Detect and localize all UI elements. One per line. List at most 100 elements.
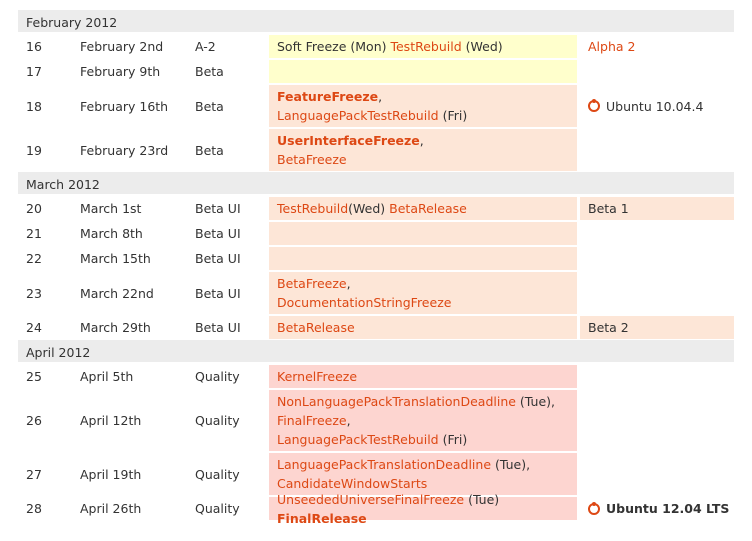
notes-text: NonLanguagePackTranslationDeadline (Tue)…: [277, 392, 555, 449]
release-cell: [580, 128, 734, 172]
link-finalfreeze[interactable]: FinalFreeze: [277, 413, 347, 428]
link-nonlanguagepacktranslationdeadline[interactable]: NonLanguagePackTranslationDeadline: [277, 394, 516, 409]
week-date: April 5th: [80, 369, 134, 384]
notes-text-segment: (Tue),: [491, 457, 531, 472]
notes-text: BetaRelease: [277, 318, 355, 337]
notes-cell: NonLanguagePackTranslationDeadline (Tue)…: [269, 389, 577, 452]
notes-cell: [269, 246, 577, 271]
notes-text: BetaFreeze, DocumentationStringFreeze: [277, 274, 451, 312]
link-testrebuild[interactable]: TestRebuild: [277, 201, 348, 216]
release-cell: Ubuntu 10.04.4: [580, 84, 734, 128]
week-number: 23: [26, 285, 42, 301]
link-userinterfacefreeze[interactable]: UserInterfaceFreeze: [277, 133, 420, 148]
release-cell: [580, 364, 734, 389]
notes-text-segment: (Fri): [438, 108, 468, 123]
notes-text-segment: Soft Freeze (Mon): [277, 39, 391, 54]
week-number: 27: [26, 466, 42, 482]
week-number: 18: [26, 98, 42, 114]
notes-cell: TestRebuild(Wed) BetaRelease: [269, 196, 577, 221]
week-number: 21: [26, 226, 42, 241]
release-cell: Ubuntu 12.04 LTS: [580, 496, 734, 521]
notes-line: DocumentationStringFreeze: [277, 293, 451, 312]
week-date: February 2nd: [80, 39, 164, 54]
notes-text: UnseededUniverseFinalFreeze (Tue) FinalR…: [277, 490, 569, 528]
release-cell: [580, 59, 734, 84]
link-testrebuild[interactable]: TestRebuild: [390, 39, 461, 54]
link-featurefreeze[interactable]: FeatureFreeze: [277, 89, 378, 104]
phase-label: Beta UI: [195, 251, 241, 266]
notes-text: LanguagePackTranslationDeadline (Tue), Ca…: [277, 455, 530, 493]
phase-label: Beta: [195, 142, 224, 158]
link-betafreeze[interactable]: BetaFreeze: [277, 276, 347, 291]
month-header: February 2012: [18, 10, 734, 34]
link-languagepacktestrebuild[interactable]: LanguagePackTestRebuild: [277, 108, 439, 123]
notes-text-segment: (Tue): [464, 491, 500, 507]
phase-label: Beta: [195, 64, 224, 79]
notes-line: Soft Freeze (Mon) TestRebuild (Wed): [277, 37, 503, 56]
phase-label: Quality: [195, 466, 240, 482]
week-date: March 29th: [80, 320, 151, 335]
phase-label: Beta UI: [195, 285, 241, 301]
notes-line: NonLanguagePackTranslationDeadline (Tue)…: [277, 392, 555, 411]
week-date: March 8th: [80, 226, 143, 241]
week-date: April 26th: [80, 501, 142, 516]
release-cell: [580, 246, 734, 271]
week-number: 22: [26, 251, 42, 266]
link-finalrelease[interactable]: FinalRelease: [277, 511, 367, 526]
notes-text: TestRebuild(Wed) BetaRelease: [277, 199, 467, 218]
release-name: Ubuntu 12.04 LTS: [606, 501, 730, 516]
table-row: 20 March 1st Beta UI TestRebuild(Wed) BetaR…: [18, 196, 734, 221]
notes-line: FeatureFreeze,: [277, 87, 467, 106]
notes-cell: BetaFreeze, DocumentationStringFreeze: [269, 271, 577, 315]
notes-text-segment: ,: [346, 276, 351, 291]
week-date: March 1st: [80, 201, 142, 216]
notes-line: TestRebuild(Wed) BetaRelease: [277, 199, 467, 218]
notes-cell: [269, 59, 577, 84]
release-cell: [580, 452, 734, 496]
week-number: 19: [26, 142, 42, 158]
table-row: 22 March 15th Beta UI: [18, 246, 734, 271]
table-row: 28 April 26th Quality UnseededUniverseFinal…: [18, 492, 734, 526]
week-number: 20: [26, 201, 42, 216]
week-number: 26: [26, 413, 42, 428]
link-betarelease[interactable]: BetaRelease: [389, 201, 467, 216]
notes-line: BetaFreeze,: [277, 274, 451, 293]
notes-line: LanguagePackTestRebuild (Fri): [277, 106, 467, 125]
notes-text: Soft Freeze (Mon) TestRebuild (Wed): [277, 37, 503, 56]
notes-text-segment: ,: [419, 133, 424, 148]
month-header: March 2012: [18, 172, 734, 196]
week-date: February 9th: [80, 64, 161, 79]
link-documentationstringfreeze[interactable]: DocumentationStringFreeze: [277, 295, 451, 310]
phase-label: Beta UI: [195, 226, 241, 241]
phase-label: A-2: [195, 39, 216, 54]
table-row: 26 April 12th Quality NonLanguagePackTransl…: [18, 389, 734, 452]
link-unseededuniversefinalfreeze[interactable]: UnseededUniverseFinalFreeze: [277, 492, 464, 507]
link-languagepacktestrebuild[interactable]: LanguagePackTestRebuild: [277, 432, 439, 447]
phase-label: Quality: [195, 413, 240, 428]
phase-label: Quality: [195, 501, 240, 516]
notes-line: FinalFreeze,: [277, 411, 555, 430]
week-date: February 16th: [80, 98, 169, 114]
release-name: Beta 1: [588, 201, 629, 216]
release-cell: [580, 221, 734, 246]
notes-text-segment: ,: [378, 89, 383, 104]
week-date: March 15th: [80, 251, 151, 266]
notes-text: FeatureFreeze, LanguagePackTestRebuild (F…: [277, 87, 467, 125]
link-betarelease[interactable]: BetaRelease: [277, 320, 355, 335]
notes-line: KernelFreeze: [277, 367, 357, 386]
week-number: 17: [26, 64, 42, 79]
week-date: April 12th: [80, 413, 142, 428]
notes-cell: UserInterfaceFreeze, BetaFreeze: [269, 128, 577, 172]
release-cell: [580, 271, 734, 315]
month-header: April 2012: [18, 340, 734, 364]
notes-line: LanguagePackTestRebuild (Fri): [277, 430, 555, 449]
link-alpha-2[interactable]: Alpha 2: [588, 37, 635, 56]
notes-line: UserInterfaceFreeze,: [277, 131, 424, 150]
link-languagepacktranslationdeadline[interactable]: LanguagePackTranslationDeadline: [277, 457, 491, 472]
notes-cell: BetaRelease: [269, 315, 577, 340]
notes-cell: [269, 221, 577, 246]
link-betafreeze[interactable]: BetaFreeze: [277, 152, 347, 167]
phase-label: Beta UI: [195, 320, 241, 335]
table-row: 23 March 22nd Beta UI BetaFreeze, Documentat…: [18, 271, 734, 315]
link-kernelfreeze[interactable]: KernelFreeze: [277, 369, 357, 384]
